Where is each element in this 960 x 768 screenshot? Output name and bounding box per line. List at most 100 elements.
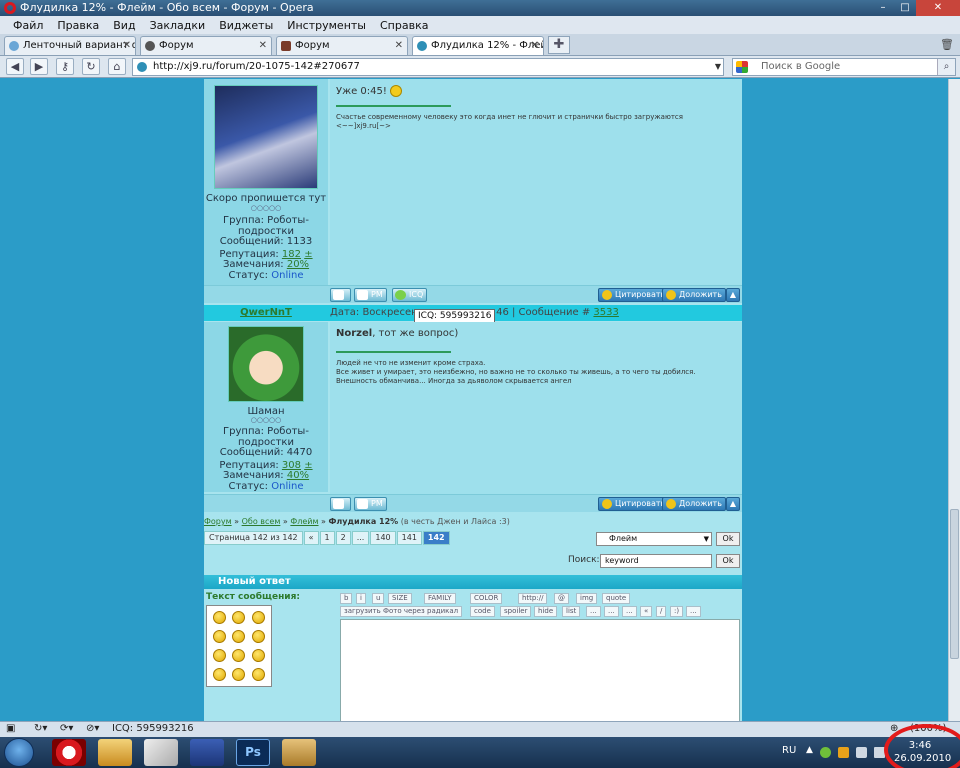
tab-close-icon[interactable]: ✕ <box>123 37 131 55</box>
tool-spoiler[interactable]: spoiler <box>500 606 532 617</box>
post2-report-button[interactable]: Доложить <box>662 497 726 511</box>
tab-close-icon[interactable]: ✕ <box>531 37 539 55</box>
post1-scroll-top-button[interactable]: ▲ <box>726 288 740 302</box>
photoshop-taskbar-icon[interactable]: Ps <box>236 739 270 766</box>
smiley-angry-icon[interactable] <box>213 611 226 624</box>
pager-page-1[interactable]: 1 <box>319 531 335 545</box>
menu-widgets[interactable]: Виджеты <box>212 19 280 32</box>
tool-img[interactable]: img <box>576 593 598 604</box>
window-title-bar[interactable]: Флудилка 12% - Флейм - Обо всем - Форум … <box>0 0 960 16</box>
tool-size[interactable]: SIZE <box>388 593 412 604</box>
tool-extra-3[interactable]: ... <box>622 606 637 617</box>
menu-file[interactable]: Файл <box>6 19 50 32</box>
tool-list[interactable]: list <box>562 606 581 617</box>
panel-toggle-icon[interactable]: ▣ <box>6 723 15 734</box>
menu-tools[interactable]: Инструменты <box>280 19 373 32</box>
post2-avatar[interactable] <box>228 326 304 402</box>
smiley-wink-icon[interactable] <box>213 668 226 681</box>
language-indicator[interactable]: RU <box>782 745 796 756</box>
post2-quoted-author[interactable]: Norzel <box>336 328 372 339</box>
tray-icq-icon[interactable] <box>820 747 831 758</box>
menu-edit[interactable]: Правка <box>50 19 106 32</box>
back-button[interactable]: ◀ <box>6 58 24 75</box>
page-scrollbar[interactable] <box>948 79 960 721</box>
turbo-icon[interactable]: ↻▾ <box>34 723 47 734</box>
post1-pm-button[interactable]: PM <box>354 288 387 302</box>
tool-taskbar-icon[interactable] <box>144 739 178 766</box>
tool-hide[interactable]: hide <box>534 606 558 617</box>
tray-app-icon[interactable] <box>838 747 849 758</box>
breadcrumb-forum[interactable]: Форум <box>204 517 232 526</box>
tool-radikal-upload[interactable]: загрузить Фото через радикал <box>340 606 463 617</box>
reply-textarea[interactable] <box>340 619 740 721</box>
post2-scroll-top-button[interactable]: ▲ <box>726 497 740 511</box>
floppy-taskbar-icon[interactable] <box>190 739 224 766</box>
post1-icq-button[interactable]: ICQ <box>392 288 428 302</box>
close-button[interactable]: ✕ <box>916 0 960 16</box>
smiley-cool-icon[interactable] <box>251 611 265 624</box>
post1-signature-link[interactable]: <~~]xj9.ru[~> <box>336 122 736 131</box>
pager-prev[interactable]: « <box>303 531 319 545</box>
tool-email[interactable]: @ <box>554 593 569 604</box>
unite-icon[interactable]: ⟳▾ <box>60 723 73 734</box>
tab-close-icon[interactable]: ✕ <box>395 37 403 55</box>
reload-button[interactable]: ↻ <box>82 58 100 75</box>
forward-button[interactable]: ▶ <box>30 58 48 75</box>
tool-underline[interactable]: u <box>372 593 385 604</box>
pager-ellipsis[interactable]: ... <box>351 531 370 545</box>
opera-taskbar-icon[interactable] <box>52 739 86 766</box>
tool-slash[interactable]: / <box>656 606 667 617</box>
smiley-happy-icon[interactable] <box>232 630 246 643</box>
chevron-down-icon[interactable]: ▼ <box>715 59 721 75</box>
smiley-sad-icon[interactable] <box>251 630 265 643</box>
post1-warn-value[interactable]: 20% <box>287 259 309 270</box>
post2-profile-button[interactable] <box>330 497 351 511</box>
forum-jump-ok-button[interactable]: Ok <box>716 532 740 546</box>
tool-bold[interactable]: b <box>340 593 353 604</box>
address-bar[interactable]: http://xj9.ru/forum/20-1075-142#270677 ▼ <box>132 58 724 76</box>
tray-expand-icon[interactable]: ▲ <box>806 745 813 755</box>
maximize-button[interactable]: □ <box>894 0 916 16</box>
post1-avatar[interactable] <box>214 85 318 189</box>
breadcrumb-subforum[interactable]: Флейм <box>290 517 318 526</box>
google-icon[interactable] <box>736 61 748 73</box>
start-button[interactable] <box>4 738 34 767</box>
home-button[interactable]: ⌂ <box>108 58 126 75</box>
post2-warn-value[interactable]: 40% <box>287 470 309 481</box>
search-field[interactable]: Поиск в Google ⌕ <box>732 58 956 76</box>
forum-search-ok-button[interactable]: Ok <box>716 554 740 568</box>
tab-close-icon[interactable]: ✕ <box>259 37 267 55</box>
smiley-confused-icon[interactable] <box>213 649 226 662</box>
wand-key-button[interactable]: ⚷ <box>56 58 74 75</box>
smiley-smile-icon[interactable] <box>232 649 246 662</box>
smiley-surprised-icon[interactable] <box>251 649 265 662</box>
tool-family[interactable]: FAMILY <box>424 593 456 604</box>
pager-page-140[interactable]: 140 <box>370 531 396 545</box>
pager-page-2[interactable]: 2 <box>335 531 351 545</box>
block-icon[interactable]: ⊘▾ <box>86 723 99 734</box>
tab-forum-2[interactable]: Форум ✕ <box>276 36 408 55</box>
post2-message-number[interactable]: 3533 <box>593 307 618 318</box>
breadcrumb-category[interactable]: Обо всем <box>242 517 281 526</box>
tab-active-fludilka[interactable]: Флудилка 12% - Флей... ✕ <box>412 36 544 55</box>
new-tab-button[interactable]: ✚ <box>548 36 570 54</box>
post2-pm-button[interactable]: PM <box>354 497 387 511</box>
tool-extra-1[interactable]: ... <box>586 606 601 617</box>
tool-extra-2[interactable]: ... <box>604 606 619 617</box>
smiley-shocked-icon[interactable] <box>213 630 226 643</box>
pager-page-141[interactable]: 141 <box>396 531 422 545</box>
post1-report-button[interactable]: Доложить <box>662 288 726 302</box>
post2-username[interactable]: QwerNnT <box>240 307 292 318</box>
tool-italic[interactable]: i <box>356 593 366 604</box>
menu-help[interactable]: Справка <box>373 19 435 32</box>
scrollbar-thumb[interactable] <box>950 509 959 659</box>
archive-taskbar-icon[interactable] <box>282 739 316 766</box>
smiley-cry-icon[interactable] <box>232 668 246 681</box>
post2-quote-button[interactable]: Цитировать <box>598 497 670 511</box>
forum-search-input[interactable]: keyword <box>600 554 712 568</box>
tool-code[interactable]: code <box>470 606 495 617</box>
tab-forum-1[interactable]: Форум ✕ <box>140 36 272 55</box>
search-icon[interactable]: ⌕ <box>937 59 955 75</box>
post1-quote-button[interactable]: Цитировать <box>598 288 670 302</box>
smiley-grin-icon[interactable] <box>251 668 265 681</box>
